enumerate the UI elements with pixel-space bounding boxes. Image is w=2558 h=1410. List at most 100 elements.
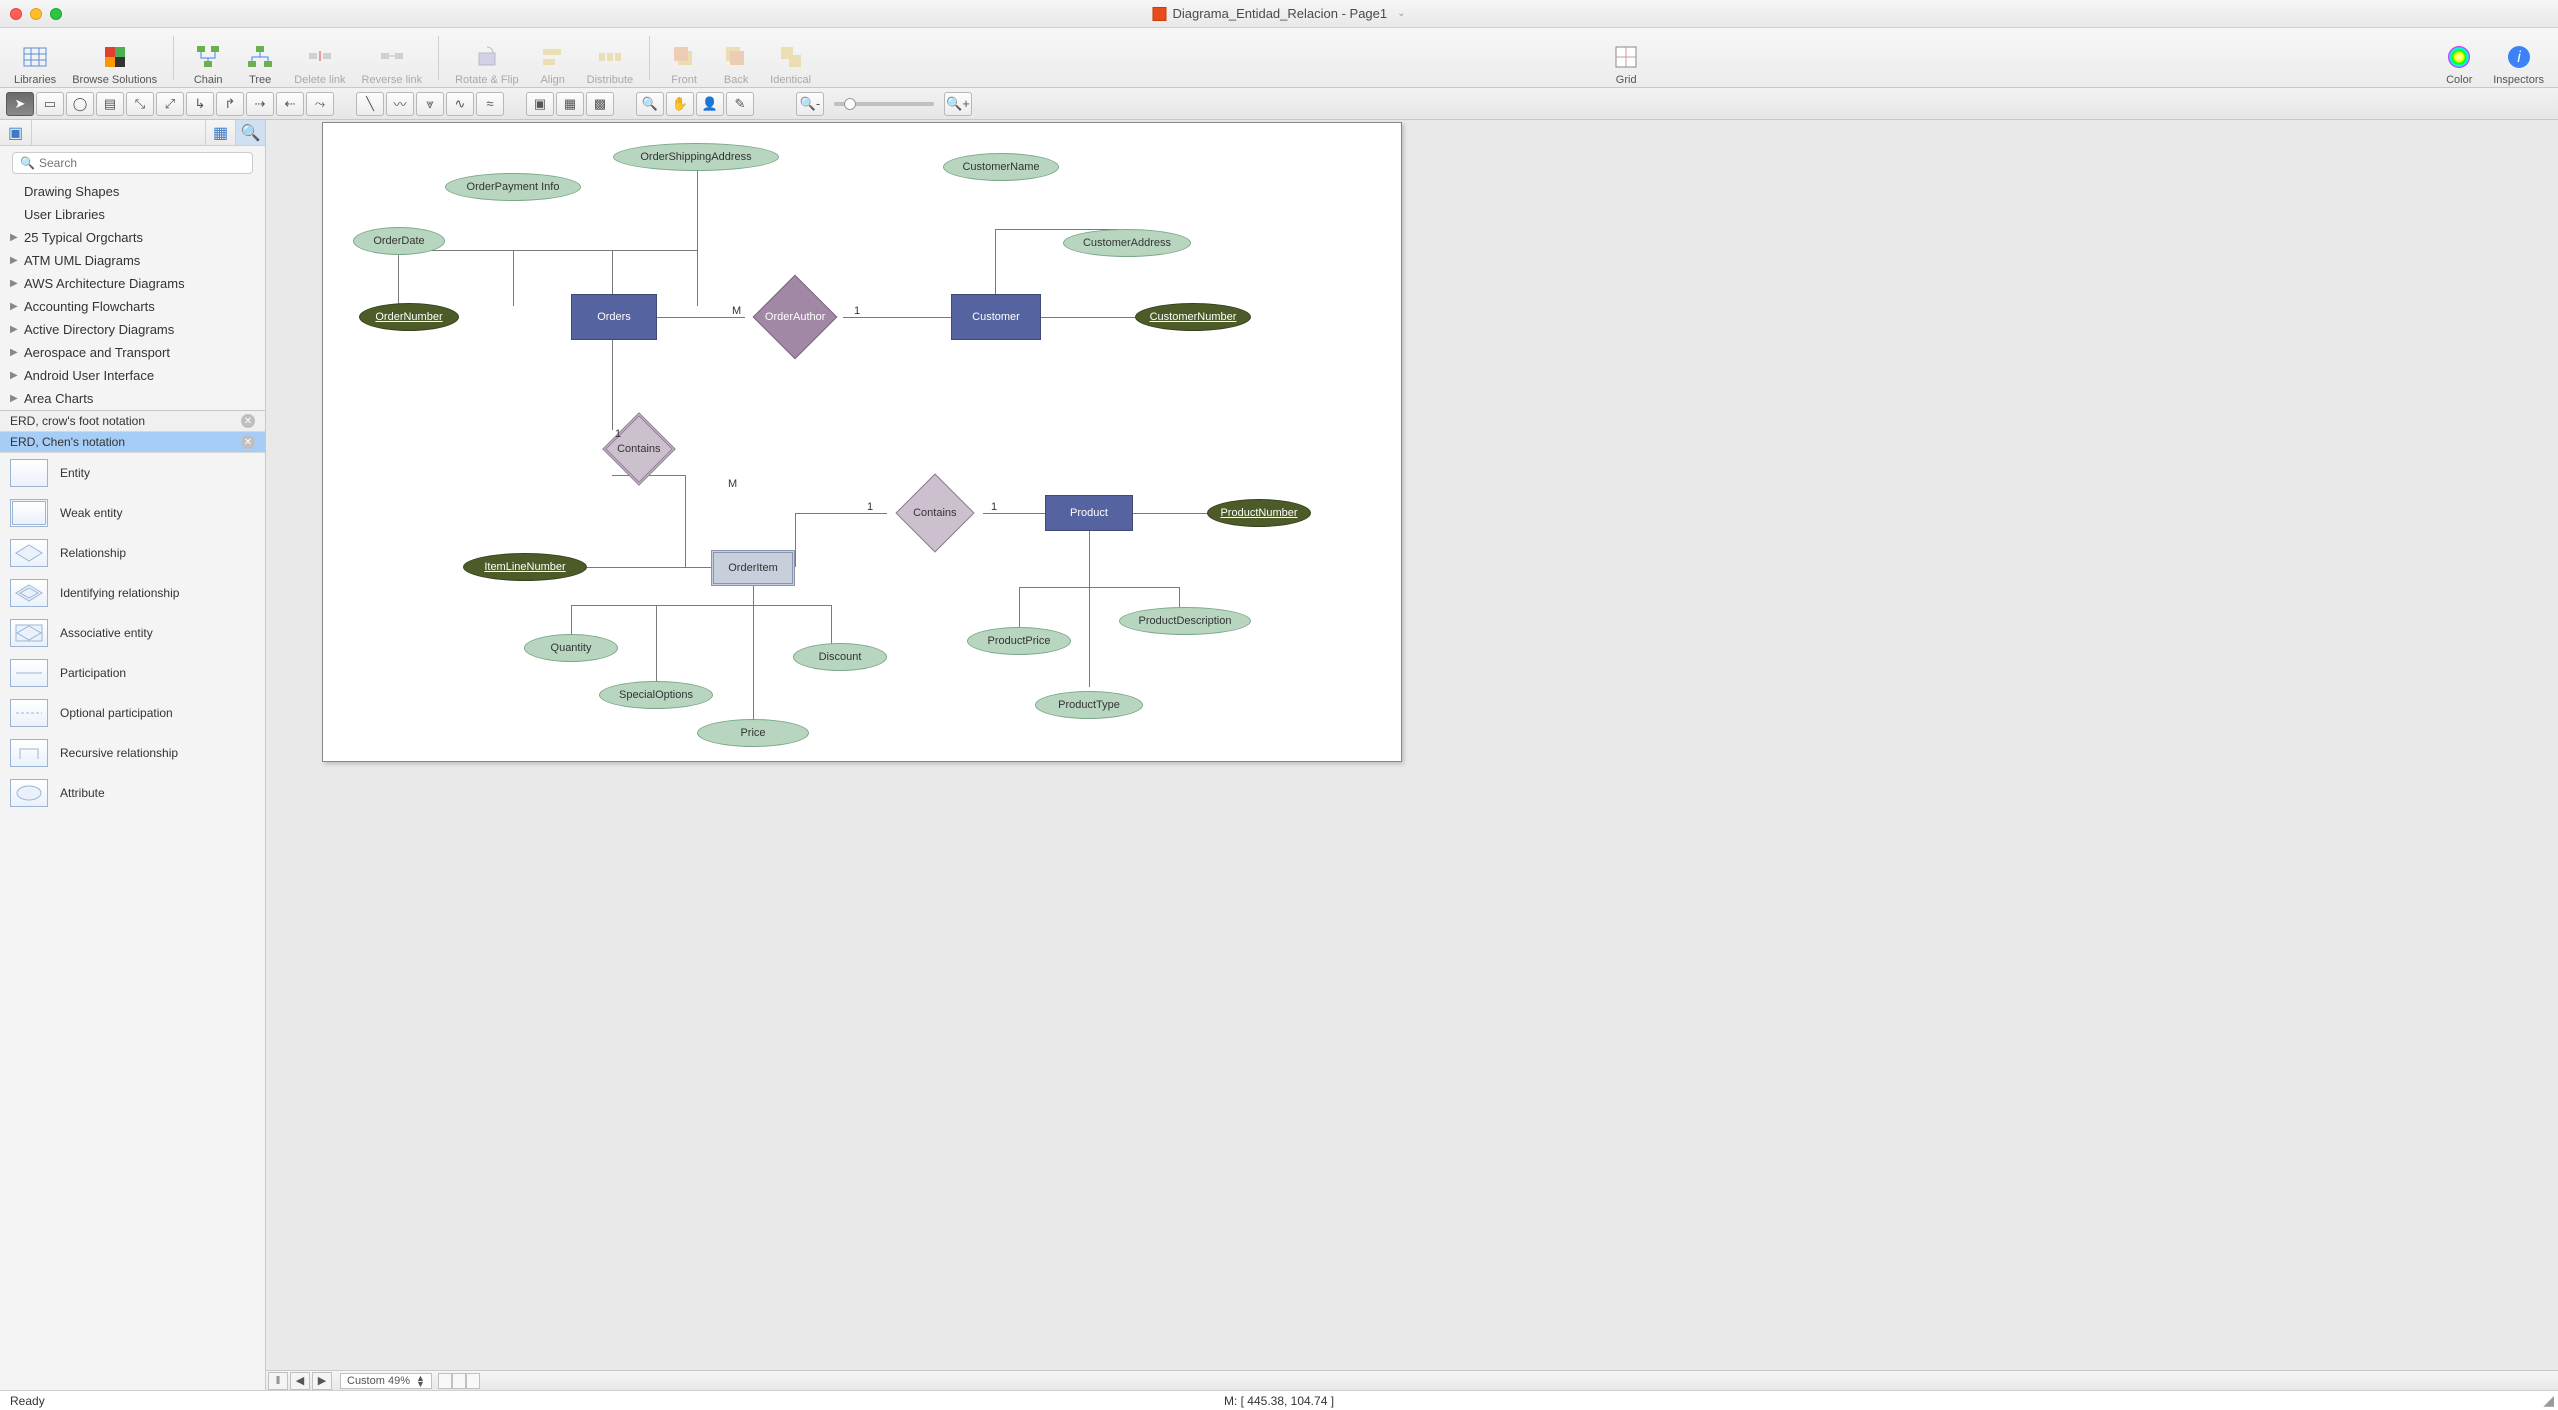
tree-item-drawing-shapes[interactable]: Drawing Shapes [0, 180, 265, 203]
attr-customername[interactable]: CustomerName [943, 153, 1059, 181]
close-icon[interactable]: ✕ [241, 414, 255, 428]
color-button[interactable]: Color [2435, 30, 2483, 86]
polyline-tool-button[interactable]: ⩔ [416, 92, 444, 116]
chevron-down-icon[interactable]: ⌄ [1397, 8, 1405, 19]
attr-orderdate[interactable]: OrderDate [353, 227, 445, 255]
attr-discount[interactable]: Discount [793, 643, 887, 671]
stencil-recursive[interactable]: Recursive relationship [0, 733, 265, 773]
attr-specialoptions[interactable]: SpecialOptions [599, 681, 713, 709]
reverse-link-button: Reverse link [356, 30, 429, 86]
pointer-tool-button[interactable]: ➤ [6, 92, 34, 116]
attr-customernumber[interactable]: CustomerNumber [1135, 303, 1251, 331]
attr-itemlinenumber[interactable]: ItemLineNumber [463, 553, 587, 581]
entity-orderitem[interactable]: OrderItem [711, 550, 795, 586]
tree-item-active-directory[interactable]: ▶Active Directory Diagrams [0, 318, 265, 341]
tree-item-area-charts[interactable]: ▶Area Charts [0, 387, 265, 410]
entity-orders[interactable]: Orders [571, 294, 657, 340]
pan-tool-button[interactable]: ✋ [666, 92, 694, 116]
inspectors-button[interactable]: i Inspectors [2487, 30, 2550, 86]
stencil-attribute[interactable]: Attribute [0, 773, 265, 813]
card-1-4: 1 [991, 501, 997, 513]
lock-button[interactable]: ▩ [586, 92, 614, 116]
sidebar-panel-icon[interactable]: ▣ [0, 120, 32, 145]
align-icon [539, 43, 567, 71]
rel-orderauthor[interactable]: OrderAuthor [753, 275, 838, 360]
browse-solutions-button[interactable]: Browse Solutions [66, 30, 163, 86]
rel-contains-2[interactable]: Contains [895, 473, 974, 552]
page-next-button[interactable]: ▶ [312, 1372, 332, 1390]
tree-item-atm-uml[interactable]: ▶ATM UML Diagrams [0, 249, 265, 272]
attr-productdescription[interactable]: ProductDescription [1119, 607, 1251, 635]
zoom-in-button[interactable]: 🔍+ [944, 92, 972, 116]
zoom-slider-thumb[interactable] [844, 98, 856, 110]
page-prev-button[interactable]: ◀ [290, 1372, 310, 1390]
connector-5-button[interactable]: ⇢ [246, 92, 274, 116]
ungroup-button[interactable]: ▦ [556, 92, 584, 116]
spline-tool-button[interactable]: ≈ [476, 92, 504, 116]
grid-button[interactable]: Grid [1602, 30, 1650, 86]
stencil-header-crow[interactable]: ERD, crow's foot notation ✕ [0, 411, 265, 432]
sidebar-grid-view-button[interactable]: ▦ [205, 120, 235, 145]
libraries-button[interactable]: Libraries [8, 30, 62, 86]
libraries-label: Libraries [14, 74, 56, 86]
tree-item-aerospace[interactable]: ▶Aerospace and Transport [0, 341, 265, 364]
minimize-icon[interactable] [30, 8, 42, 20]
stencil-optional-part[interactable]: Optional participation [0, 693, 265, 733]
page-toggle-button[interactable]: ‖ [268, 1372, 288, 1390]
tree-item-aws[interactable]: ▶AWS Architecture Diagrams [0, 272, 265, 295]
tree-item-android[interactable]: ▶Android User Interface [0, 364, 265, 387]
zoom-slider[interactable] [834, 102, 934, 106]
attr-customeraddress[interactable]: CustomerAddress [1063, 229, 1191, 257]
attr-orderpayment[interactable]: OrderPayment Info [445, 173, 581, 201]
canvas-scroll[interactable]: Orders Customer OrderItem Product OrderA… [266, 120, 2558, 1390]
rotate-flip-label: Rotate & Flip [455, 74, 519, 86]
sidebar-search-button[interactable]: 🔍 [235, 120, 265, 145]
ellipse-tool-button[interactable]: ◯ [66, 92, 94, 116]
connector-7-button[interactable]: ⤳ [306, 92, 334, 116]
attr-ordernumber[interactable]: OrderNumber [359, 303, 459, 331]
tree-item-user-libraries[interactable]: User Libraries [0, 203, 265, 226]
attr-productprice[interactable]: ProductPrice [967, 627, 1071, 655]
attr-price[interactable]: Price [697, 719, 809, 747]
zoom-out-button[interactable]: 🔍- [796, 92, 824, 116]
stencil-identifying-rel[interactable]: Identifying relationship [0, 573, 265, 613]
resize-handle-icon[interactable]: ◢ [2543, 1392, 2554, 1409]
attr-ordershipping[interactable]: OrderShippingAddress [613, 143, 779, 171]
stencil-weak-entity[interactable]: Weak entity [0, 493, 265, 533]
tree-item-orgcharts[interactable]: ▶25 Typical Orgcharts [0, 226, 265, 249]
tree-button[interactable]: Tree [236, 30, 284, 86]
close-icon[interactable] [10, 8, 22, 20]
stencil-associative[interactable]: Associative entity [0, 613, 265, 653]
rect-tool-button[interactable]: ▭ [36, 92, 64, 116]
zoom-combo[interactable]: Custom 49% ▲▼ [340, 1373, 432, 1389]
maximize-icon[interactable] [50, 8, 62, 20]
text-tool-button[interactable]: ▤ [96, 92, 124, 116]
connector-3-button[interactable]: ↳ [186, 92, 214, 116]
search-input[interactable] [12, 152, 253, 174]
connector-6-button[interactable]: ⇠ [276, 92, 304, 116]
connector-1-button[interactable]: ⤡ [126, 92, 154, 116]
curve-tool-button[interactable]: 〰 [386, 92, 414, 116]
eyedropper-button[interactable]: 👤 [696, 92, 724, 116]
stencil-header-chen[interactable]: ERD, Chen's notation ✕ [0, 432, 265, 453]
close-icon[interactable]: ✕ [241, 435, 255, 449]
tree-item-accounting[interactable]: ▶Accounting Flowcharts [0, 295, 265, 318]
bezier-tool-button[interactable]: ∿ [446, 92, 474, 116]
page-thumbnails[interactable] [438, 1373, 480, 1389]
zoom-tool-button[interactable]: 🔍 [636, 92, 664, 116]
attr-producttype[interactable]: ProductType [1035, 691, 1143, 719]
connector-2-button[interactable]: ⤢ [156, 92, 184, 116]
stencil-entity[interactable]: Entity [0, 453, 265, 493]
attr-quantity[interactable]: Quantity [524, 634, 618, 662]
entity-customer[interactable]: Customer [951, 294, 1041, 340]
edit-tool-button[interactable]: ✎ [726, 92, 754, 116]
line-tool-button[interactable]: ╲ [356, 92, 384, 116]
group-button[interactable]: ▣ [526, 92, 554, 116]
stencil-relationship[interactable]: Relationship [0, 533, 265, 573]
stencil-participation[interactable]: Participation [0, 653, 265, 693]
page[interactable]: Orders Customer OrderItem Product OrderA… [322, 122, 1402, 762]
connector-4-button[interactable]: ↱ [216, 92, 244, 116]
chain-button[interactable]: Chain [184, 30, 232, 86]
attr-productnumber[interactable]: ProductNumber [1207, 499, 1311, 527]
entity-product[interactable]: Product [1045, 495, 1133, 531]
